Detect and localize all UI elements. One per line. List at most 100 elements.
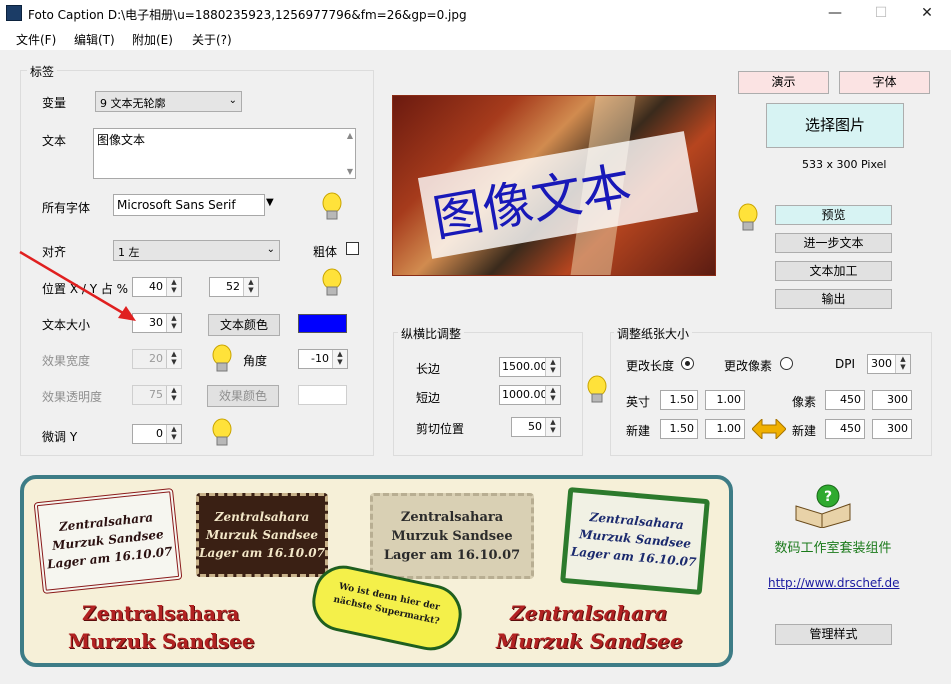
- font-select[interactable]: Microsoft Sans Serif: [113, 194, 265, 216]
- hint-bulb-icon[interactable]: [586, 375, 608, 405]
- style-sample-red-2a[interactable]: Zentralsahara: [510, 601, 667, 625]
- bold-checkbox[interactable]: [346, 242, 359, 255]
- effect-color-swatch[interactable]: [298, 385, 347, 405]
- style-sample-red-1b[interactable]: Murzuk Sandsee: [68, 629, 255, 653]
- text-color-button[interactable]: 文本颜色: [208, 314, 280, 336]
- preview-button[interactable]: 预览: [775, 205, 892, 225]
- scroll-down-icon[interactable]: ▼: [347, 167, 353, 176]
- spin-arrows-icon[interactable]: ▲ ▼: [332, 350, 347, 368]
- variant-value: 9 文本无轮廓: [100, 97, 166, 110]
- text-color-swatch[interactable]: [298, 314, 347, 333]
- output-button[interactable]: 输出: [775, 289, 892, 309]
- font-button[interactable]: 字体: [839, 71, 930, 94]
- angle-stepper[interactable]: -10 ▲ ▼: [298, 349, 348, 369]
- menu-about[interactable]: 关于(?): [192, 31, 232, 48]
- style-samples-banner[interactable]: Zentralsahara Murzuk Sandsee Lager am 16…: [20, 475, 733, 667]
- pos-x-value: 40: [149, 280, 163, 293]
- paper-group-title: 调整纸张大小: [614, 325, 693, 342]
- text-label: 文本: [42, 134, 67, 148]
- hint-bulb-icon[interactable]: [737, 203, 759, 233]
- spin-arrows-icon[interactable]: ▲ ▼: [545, 386, 560, 404]
- style-sample-red-1a[interactable]: Zentralsahara: [82, 601, 239, 625]
- annotation-arrow-icon: [19, 250, 136, 321]
- pixel-width-field[interactable]: 450: [825, 390, 865, 410]
- pos-y-value: 52: [226, 280, 240, 293]
- new-pixel-height-field[interactable]: 300: [872, 419, 912, 439]
- style-sample-4[interactable]: Zentralsahara Murzuk Sandsee Lager am 16…: [560, 486, 710, 596]
- select-image-button[interactable]: 选择图片: [766, 103, 904, 148]
- style-sample-3[interactable]: Zentralsahara Murzuk Sandsee Lager am 16…: [370, 493, 534, 579]
- crop-position-label: 剪切位置: [416, 422, 465, 436]
- hint-bulb-icon[interactable]: [321, 192, 343, 222]
- sample2-line1: Zentralsahara: [214, 510, 310, 524]
- angle-value: -10: [311, 352, 329, 365]
- dpi-value: 300: [871, 357, 892, 370]
- inch-width-field[interactable]: 1.50: [660, 390, 698, 410]
- label-group-title: 标签: [27, 63, 58, 80]
- crop-position-stepper[interactable]: 50 ▲ ▼: [511, 417, 561, 437]
- new-inch-height-field[interactable]: 1.00: [705, 419, 745, 439]
- menu-file[interactable]: 文件(F): [16, 31, 56, 48]
- hint-bulb-icon[interactable]: [211, 418, 233, 448]
- change-length-radio[interactable]: [681, 357, 694, 370]
- scroll-up-icon[interactable]: ▲: [347, 131, 353, 140]
- fine-y-label: 微调 Y: [42, 430, 78, 444]
- dpi-stepper[interactable]: 300 ▲ ▼: [867, 354, 911, 374]
- spin-arrows-icon[interactable]: ▲ ▼: [166, 278, 181, 296]
- website-link[interactable]: http://www.drschef.de: [768, 576, 899, 590]
- spin-arrows-icon[interactable]: ▲ ▼: [166, 350, 181, 368]
- style-sample-1[interactable]: Zentralsahara Murzuk Sandsee Lager am 16…: [33, 487, 183, 595]
- window-title: Foto Caption D:\电子相册\u=1880235923,125697…: [28, 8, 467, 22]
- demo-button[interactable]: 演示: [738, 71, 829, 94]
- text-process-button[interactable]: 文本加工: [775, 261, 892, 281]
- inch-height-field[interactable]: 1.00: [705, 390, 745, 410]
- short-edge-stepper[interactable]: 1000.00 ▲ ▼: [499, 385, 561, 405]
- change-pixel-radio[interactable]: [780, 357, 793, 370]
- effect-width-stepper[interactable]: 20 ▲ ▼: [132, 349, 182, 369]
- long-edge-stepper[interactable]: 1500.00 ▲ ▼: [499, 357, 561, 377]
- spin-arrows-icon[interactable]: ▲ ▼: [243, 278, 258, 296]
- manage-styles-button[interactable]: 管理样式: [775, 624, 892, 645]
- spin-arrows-icon[interactable]: ▲ ▼: [545, 358, 560, 376]
- close-button[interactable]: ✕: [904, 0, 950, 28]
- spin-arrows-icon[interactable]: ▲ ▼: [166, 314, 181, 332]
- effect-color-button[interactable]: 效果颜色: [207, 385, 279, 407]
- effect-alpha-value: 75: [149, 388, 163, 401]
- new-inch-width-field[interactable]: 1.50: [660, 419, 698, 439]
- image-size-label: 533 x 300 Pixel: [802, 158, 887, 171]
- short-edge-value: 1000.00: [502, 388, 548, 401]
- book-help-icon[interactable]: ?: [792, 484, 854, 528]
- style-sample-red-2b[interactable]: Murzuk Sandsee: [496, 629, 683, 653]
- spin-arrows-icon[interactable]: ▲ ▼: [166, 386, 181, 404]
- fine-y-stepper[interactable]: 0 ▲ ▼: [132, 424, 182, 444]
- sample2-line3: Lager am 16.10.07: [199, 546, 325, 560]
- variant-select[interactable]: 9 文本无轮廓 ⌄: [95, 91, 242, 112]
- sample3-line3: Lager am 16.10.07: [383, 548, 521, 563]
- style-sample-2[interactable]: Zentralsahara Murzuk Sandsee Lager am 16…: [196, 493, 328, 577]
- long-edge-value: 1500.00: [502, 360, 548, 373]
- spin-arrows-icon[interactable]: ▲ ▼: [895, 355, 910, 373]
- minimize-button[interactable]: —: [812, 0, 858, 28]
- menu-edit[interactable]: 编辑(T): [74, 31, 115, 48]
- text-input[interactable]: 图像文本 ▲ ▼: [93, 128, 356, 179]
- font-value: Microsoft Sans Serif: [117, 198, 236, 212]
- pos-y-stepper[interactable]: 52 ▲ ▼: [209, 277, 259, 297]
- spin-arrows-icon[interactable]: ▲ ▼: [166, 425, 181, 443]
- hint-bulb-icon[interactable]: [321, 268, 343, 298]
- font-dropdown-icon[interactable]: ▼: [266, 197, 274, 208]
- menu-extras[interactable]: 附加(E): [132, 31, 173, 48]
- hint-bulb-icon[interactable]: [211, 344, 233, 374]
- suite-label: 数码工作室套装组件: [774, 541, 892, 556]
- menu-bar: 文件(F) 编辑(T) 附加(E) 关于(?): [0, 28, 951, 50]
- change-length-label: 更改长度: [626, 359, 675, 373]
- new-pixel-width-field[interactable]: 450: [825, 419, 865, 439]
- more-text-button[interactable]: 进一步文本: [775, 233, 892, 253]
- spin-arrows-icon[interactable]: ▲ ▼: [545, 418, 560, 436]
- maximize-button[interactable]: ☐: [858, 0, 904, 28]
- long-edge-label: 长边: [416, 362, 441, 376]
- short-edge-label: 短边: [416, 391, 441, 405]
- effect-alpha-stepper[interactable]: 75 ▲ ▼: [132, 385, 182, 405]
- pixel-height-field[interactable]: 300: [872, 390, 912, 410]
- swap-arrows-icon[interactable]: [752, 419, 786, 439]
- bold-label: 粗体: [313, 245, 338, 259]
